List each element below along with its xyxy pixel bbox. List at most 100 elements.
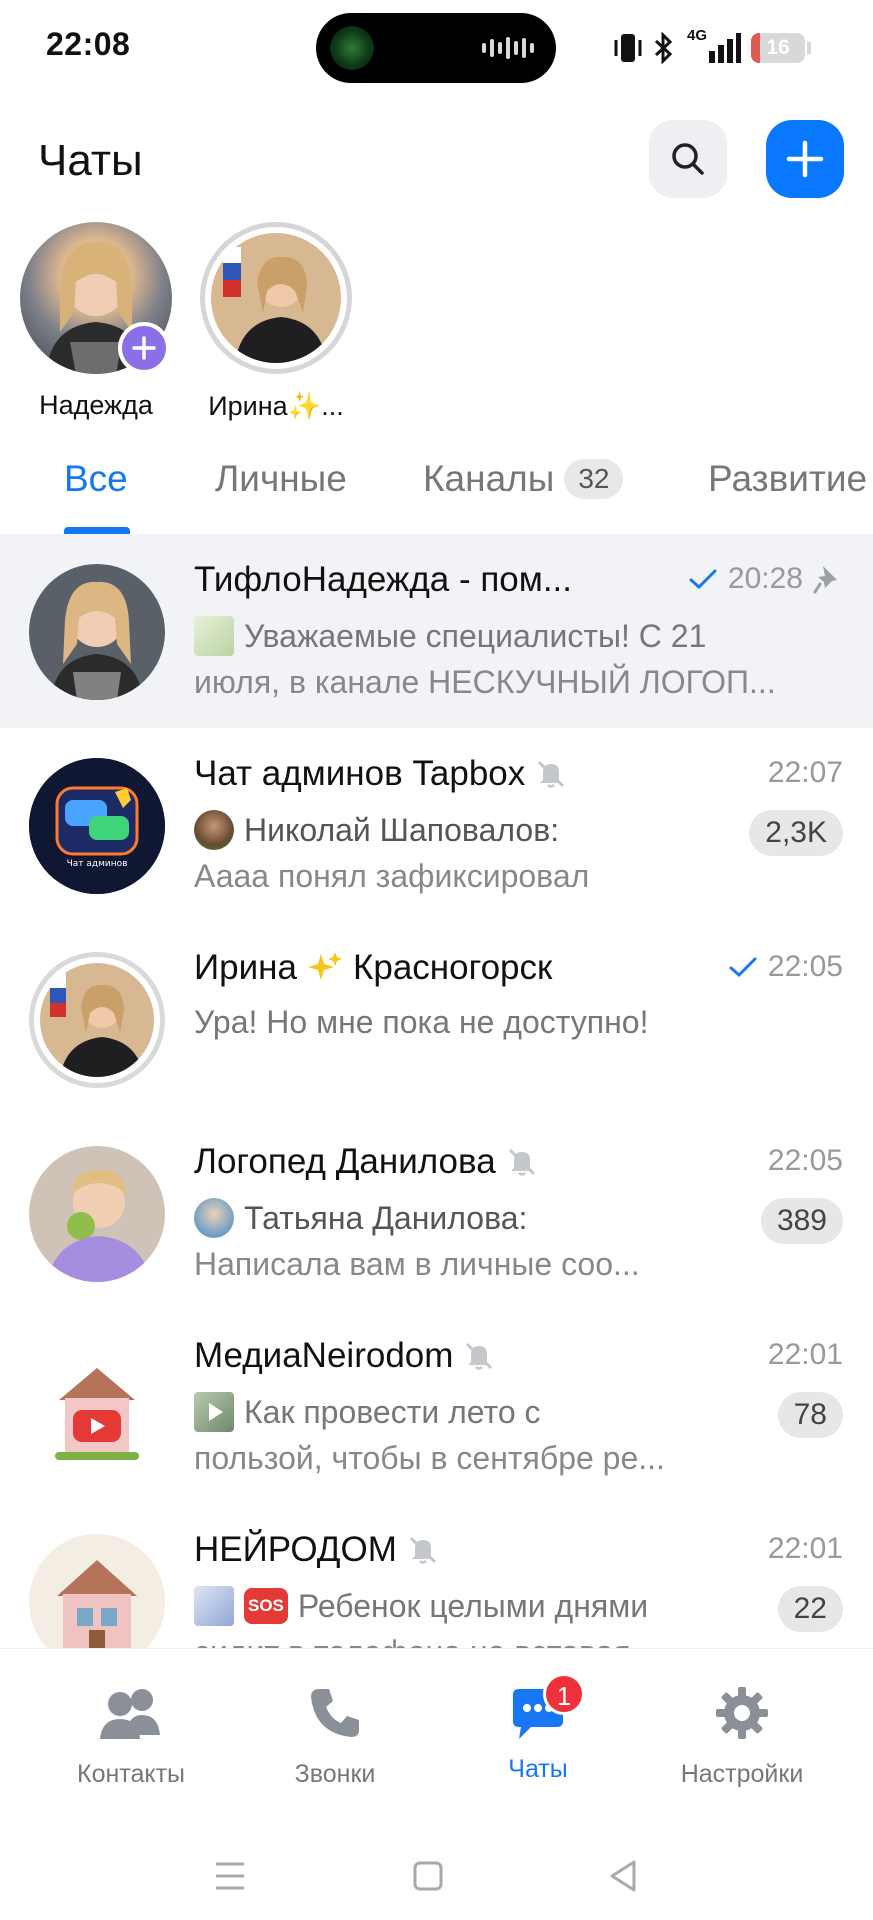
video-thumbnail [194,1392,234,1432]
nav-chats[interactable]: 1 Чаты [443,1673,633,1784]
unread-badge: 2,3K [749,810,843,856]
unread-badge: 78 [777,1392,843,1438]
sparkles-icon [307,952,342,980]
avatar [29,564,165,700]
chat-time: 22:01 [767,1532,843,1565]
avatar [29,1534,165,1648]
story-name: Ирина✨... [208,391,344,421]
phone-icon [311,1689,359,1737]
avatar-caption: Чат админов [67,859,128,869]
preview-text-2: июля, в канале НЕСКУЧНЫЙ ЛОГОП... [194,664,776,700]
tab-development[interactable]: Развитие [708,458,867,500]
add-story-button[interactable] [118,322,170,374]
nav-unread-badge: 1 [543,1673,585,1715]
sender-name: Николай Шаповалов: [244,811,560,848]
chat-row[interactable]: НЕЙРОДОМ 22:01 SOS Ребенок целыми днями … [0,1504,873,1648]
chat-title: МедиаNeirodom [194,1336,454,1375]
story-nadezhda[interactable]: Надежда [16,222,176,421]
preview-text: Аааа понял зафиксировал [194,858,590,894]
back-icon[interactable] [604,1856,644,1896]
nav-label: Настройки [680,1760,804,1788]
nav-label: Контакты [77,1760,185,1788]
chat-preview: SOS Ребенок целыми днями [194,1586,648,1626]
chat-title-group: Ирина Красногорск [194,948,552,988]
chat-title: НЕЙРОДОМ [194,1530,397,1569]
status-time: 22:08 [46,26,131,62]
sender-avatar [194,1198,234,1238]
chat-row[interactable]: Чат админов Чат админов Tapbox 22:07 Ник… [0,728,873,922]
preview-text: Написала вам в личные соо... [194,1246,640,1282]
story-irina[interactable]: Ирина✨... [196,222,356,422]
vibrate-icon [614,34,642,62]
chat-title: Логопед Данилова [194,1142,496,1181]
folder-tabs: Все Личные Каналы 32 Развитие [0,450,873,534]
chat-time: 20:28 [727,562,803,595]
unread-badge: 22 [777,1586,843,1632]
sender-avatar [194,810,234,850]
camera-icon [330,26,374,70]
chat-title-suffix: Красногорск [352,948,553,987]
muted-bell-icon [538,760,565,788]
chat-row[interactable]: МедиаNeirodom 22:01 Как провести лето с … [0,1310,873,1504]
search-icon [672,143,704,175]
chat-title: ТифлоНадежда - пом... [194,560,572,599]
new-chat-button[interactable] [766,120,844,198]
story-name: Надежда [39,390,153,420]
avatar [29,1340,165,1476]
chat-time: 22:05 [767,950,843,983]
status-icons: 4G 16 [613,27,811,68]
tab-personal[interactable]: Личные [215,458,347,500]
nav-contacts[interactable]: Контакты [36,1685,226,1789]
preview-thumbnail [194,1586,234,1626]
tab-channels[interactable]: Каналы 32 [423,458,624,500]
read-check-icon [729,957,757,978]
battery-icon: 16 [751,33,805,63]
nav-calls[interactable]: Звонки [240,1685,430,1789]
chat-time: 22:01 [767,1338,843,1371]
chat-title-group: Чат админов Tapbox [194,754,567,794]
chat-row[interactable]: Логопед Данилова 22:05 Татьяна Данилова:… [0,1116,873,1310]
avatar: Чат админов [29,758,165,894]
preview-text: Ура! Но мне пока не доступно! [194,1004,649,1040]
search-button[interactable] [649,120,727,198]
muted-bell-icon [466,1342,493,1370]
chat-preview: Татьяна Данилова: [194,1198,527,1238]
chat-time: 22:05 [767,1144,843,1177]
pin-icon [813,566,837,594]
avatar [200,222,352,374]
gear-icon [716,1687,768,1739]
preview-thumbnail [194,616,234,656]
chat-row[interactable]: Ирина Красногорск 22:05 Ура! Но мне пока… [0,922,873,1116]
nav-label: Чаты [508,1755,568,1783]
preview-text: Уважаемые специалисты! С 21 [244,617,707,654]
muted-bell-icon [409,1536,436,1564]
status-bar: 22:08 4G 16 [0,0,873,96]
chat-preview: Николай Шаповалов: [194,810,559,850]
system-navigation-bar [0,1820,873,1920]
bluetooth-icon [654,32,673,64]
page-title: Чаты [38,136,143,185]
chat-time: 22:07 [767,756,843,789]
dynamic-island [316,13,556,83]
menu-icon[interactable] [210,1856,250,1896]
chat-title-group: НЕЙРОДОМ [194,1530,439,1570]
chat-row[interactable]: ТифлоНадежда - пом... 20:28 Уважаемые сп… [0,534,873,728]
sos-icon: SOS [244,1588,288,1624]
plus-icon [132,336,156,360]
sender-name: Татьяна Данилова: [244,1199,528,1236]
nav-settings[interactable]: Настройки [647,1685,837,1789]
preview-text-2: пользой, чтобы в сентябре ре... [194,1440,665,1476]
signal-icon: 4G [685,27,741,65]
avatar [20,222,172,374]
plus-icon [786,140,824,178]
chat-title-group: Логопед Данилова [194,1142,538,1182]
muted-bell-icon [508,1148,535,1176]
chat-title-group: МедиаNeirodom [194,1336,495,1376]
chat-title: Чат админов Tapbox [194,754,526,793]
tab-all[interactable]: Все [64,458,128,500]
chat-meta: 22:05 [728,950,843,984]
home-icon[interactable] [408,1856,448,1896]
unread-badge: 389 [760,1198,843,1244]
chat-title: Ирина [194,948,297,987]
battery-level: 16 [766,36,790,59]
